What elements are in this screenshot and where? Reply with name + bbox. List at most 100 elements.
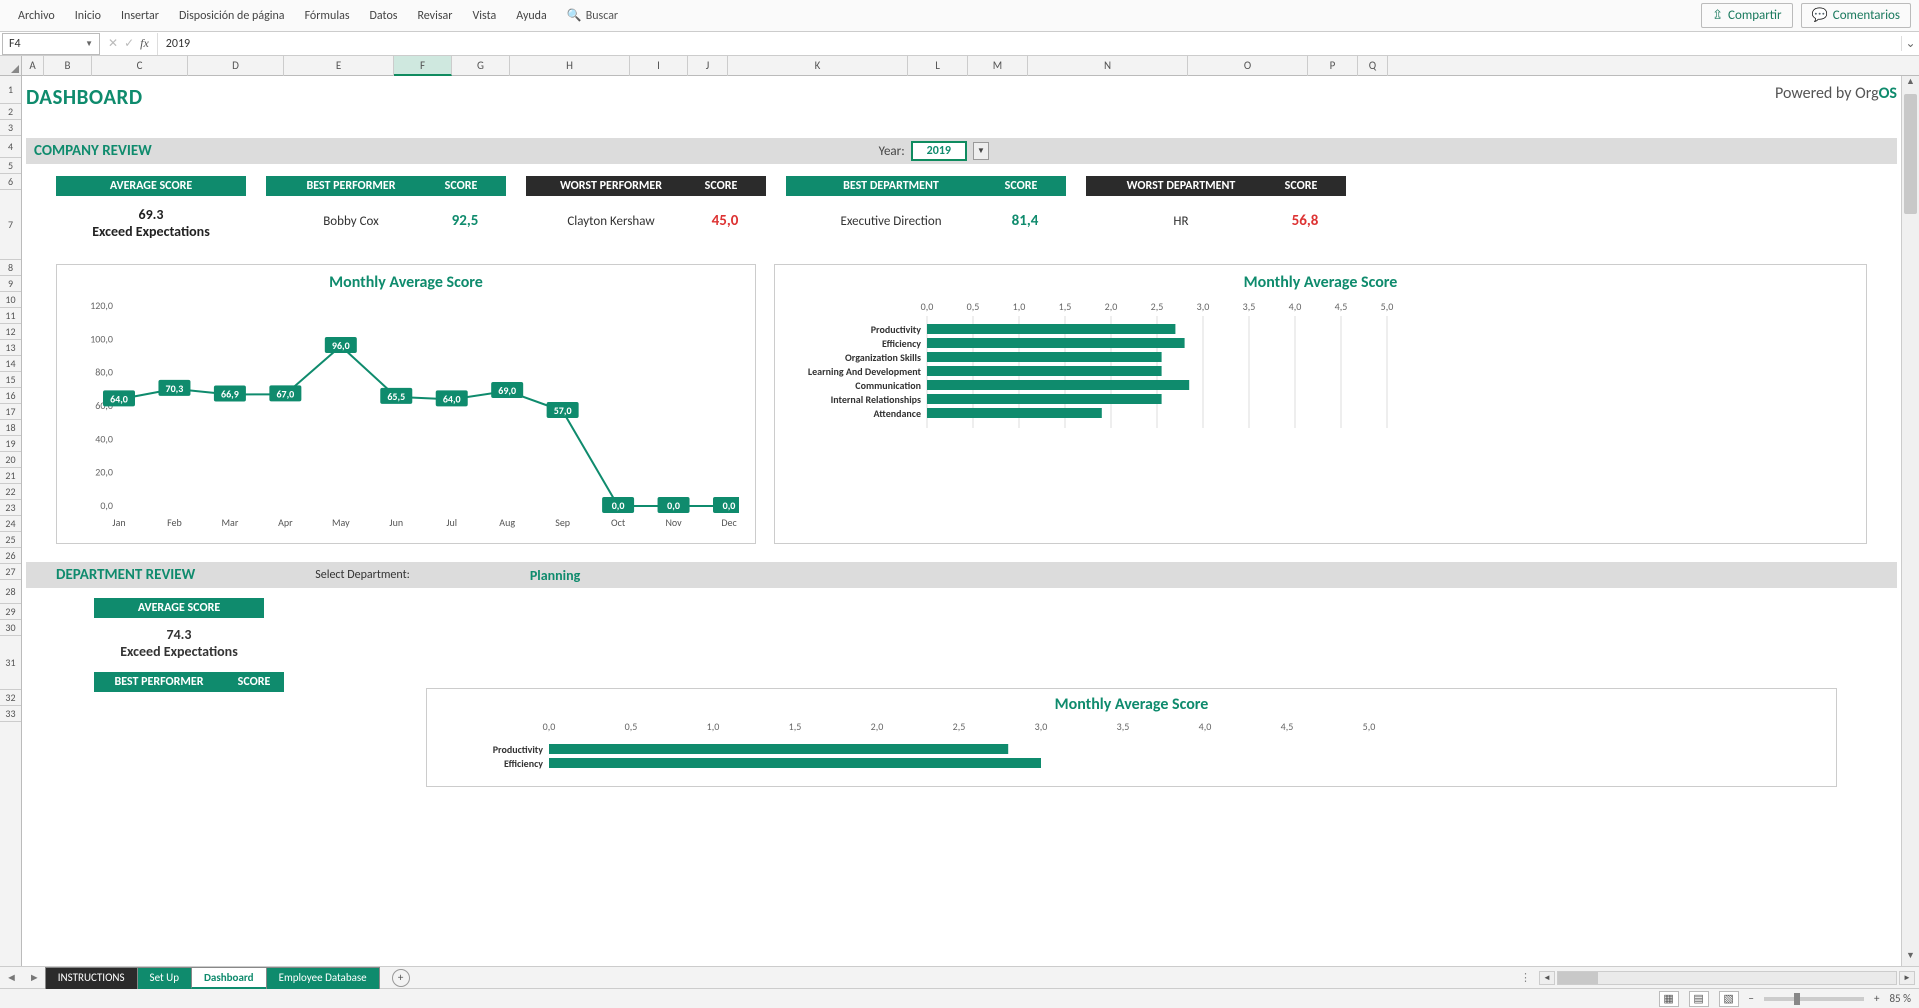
- row-header-5[interactable]: 5: [0, 158, 21, 174]
- column-header-H[interactable]: H: [510, 56, 630, 76]
- formula-input[interactable]: 2019: [157, 33, 1901, 55]
- menu-datos[interactable]: Datos: [360, 3, 408, 29]
- row-header-26[interactable]: 26: [0, 548, 21, 564]
- view-page-break-icon[interactable]: ▧: [1719, 991, 1739, 1007]
- column-header-O[interactable]: O: [1188, 56, 1308, 76]
- row-header-10[interactable]: 10: [0, 292, 21, 308]
- comments-button[interactable]: 💬 Comentarios: [1801, 3, 1911, 28]
- row-header-8[interactable]: 8: [0, 260, 21, 276]
- row-header-7[interactable]: 7: [0, 190, 21, 260]
- hscroll-left-icon[interactable]: ◄: [1539, 971, 1555, 985]
- column-header-I[interactable]: I: [630, 56, 688, 76]
- column-header-B[interactable]: B: [44, 56, 92, 76]
- tab-nav-prev-icon[interactable]: ◄: [0, 971, 23, 984]
- column-header-J[interactable]: J: [688, 56, 728, 76]
- column-header-M[interactable]: M: [968, 56, 1028, 76]
- zoom-level[interactable]: 85 %: [1889, 992, 1911, 1005]
- sheet-tab-dashboard[interactable]: Dashboard: [191, 967, 267, 989]
- horizontal-scrollbar[interactable]: [1557, 971, 1897, 985]
- menu-ayuda[interactable]: Ayuda: [506, 3, 557, 29]
- menu-inicio[interactable]: Inicio: [65, 3, 111, 29]
- row-header-12[interactable]: 12: [0, 324, 21, 340]
- row-header-9[interactable]: 9: [0, 276, 21, 292]
- column-header-E[interactable]: E: [284, 56, 394, 76]
- department-value[interactable]: Planning: [530, 567, 580, 584]
- row-header-33[interactable]: 33: [0, 706, 21, 722]
- accept-formula-icon[interactable]: ✓: [124, 36, 134, 51]
- column-header-Q[interactable]: Q: [1358, 56, 1388, 76]
- row-header-11[interactable]: 11: [0, 308, 21, 324]
- row-header-31[interactable]: 31: [0, 636, 21, 690]
- column-header-A[interactable]: A: [22, 56, 44, 76]
- vertical-scrollbar[interactable]: ▲ ▼: [1901, 76, 1919, 966]
- name-box-dropdown-icon[interactable]: ▼: [85, 39, 93, 49]
- column-header-L[interactable]: L: [908, 56, 968, 76]
- zoom-out-icon[interactable]: −: [1749, 992, 1754, 1005]
- row-header-18[interactable]: 18: [0, 420, 21, 436]
- row-header-6[interactable]: 6: [0, 174, 21, 190]
- formula-expand-icon[interactable]: ⌄: [1901, 36, 1919, 51]
- row-header-1[interactable]: 1: [0, 76, 21, 104]
- row-header-30[interactable]: 30: [0, 620, 21, 636]
- row-header-2[interactable]: 2: [0, 104, 21, 120]
- sheet-tab-set-up[interactable]: Set Up: [137, 967, 192, 989]
- row-header-15[interactable]: 15: [0, 372, 21, 388]
- hscroll-right-icon[interactable]: ►: [1899, 971, 1915, 985]
- fx-icon[interactable]: fx: [140, 36, 149, 51]
- column-header-D[interactable]: D: [188, 56, 284, 76]
- scroll-thumb[interactable]: [1904, 94, 1917, 214]
- hscroll-thumb[interactable]: [1558, 972, 1598, 984]
- menu-formulas[interactable]: Fórmulas: [295, 3, 360, 29]
- menu-archivo[interactable]: Archivo: [8, 3, 65, 29]
- sheet-tab-instructions[interactable]: INSTRUCTIONS: [45, 967, 138, 989]
- column-header-C[interactable]: C: [92, 56, 188, 76]
- year-dropdown-icon[interactable]: ▼: [973, 142, 989, 160]
- menu-vista[interactable]: Vista: [462, 3, 506, 29]
- row-header-17[interactable]: 17: [0, 404, 21, 420]
- row-header-19[interactable]: 19: [0, 436, 21, 452]
- row-header-24[interactable]: 24: [0, 516, 21, 532]
- row-header-14[interactable]: 14: [0, 356, 21, 372]
- row-header-3[interactable]: 3: [0, 120, 21, 136]
- view-page-layout-icon[interactable]: ▤: [1689, 991, 1709, 1007]
- menu-revisar[interactable]: Revisar: [407, 3, 462, 29]
- select-all-corner[interactable]: [0, 56, 22, 76]
- row-header-32[interactable]: 32: [0, 690, 21, 706]
- row-header-23[interactable]: 23: [0, 500, 21, 516]
- share-button[interactable]: ⇫ Compartir: [1701, 3, 1792, 28]
- column-header-F[interactable]: F: [394, 56, 452, 76]
- row-header-21[interactable]: 21: [0, 468, 21, 484]
- add-sheet-button[interactable]: +: [392, 969, 410, 987]
- dept-chart[interactable]: Monthly Average Score 0,00,51,01,52,02,5…: [426, 688, 1837, 787]
- tab-split-handle[interactable]: ⋮: [1520, 971, 1537, 984]
- row-header-20[interactable]: 20: [0, 452, 21, 468]
- view-normal-icon[interactable]: ▦: [1659, 991, 1679, 1007]
- row-header-16[interactable]: 16: [0, 388, 21, 404]
- year-cell[interactable]: 2019: [911, 141, 967, 161]
- row-header-13[interactable]: 13: [0, 340, 21, 356]
- row-header-4[interactable]: 4: [0, 136, 21, 158]
- scroll-down-icon[interactable]: ▼: [1902, 950, 1919, 966]
- row-header-25[interactable]: 25: [0, 532, 21, 548]
- row-header-28[interactable]: 28: [0, 580, 21, 604]
- row-header-27[interactable]: 27: [0, 564, 21, 580]
- tab-nav-next-icon[interactable]: ►: [23, 971, 46, 984]
- row-header-29[interactable]: 29: [0, 604, 21, 620]
- row-header-22[interactable]: 22: [0, 484, 21, 500]
- column-header-P[interactable]: P: [1308, 56, 1358, 76]
- menu-insertar[interactable]: Insertar: [111, 3, 169, 29]
- search-box[interactable]: 🔍 Buscar: [557, 2, 628, 29]
- sheet-tab-employee-database[interactable]: Employee Database: [266, 967, 380, 989]
- menu-disposicion[interactable]: Disposición de página: [169, 3, 295, 29]
- column-header-K[interactable]: K: [728, 56, 908, 76]
- zoom-slider[interactable]: [1764, 997, 1864, 1001]
- cancel-formula-icon[interactable]: ✕: [108, 36, 118, 51]
- worksheet-content[interactable]: Powered by OrgOS DASHBOARD COMPANY REVIE…: [22, 76, 1901, 966]
- scroll-up-icon[interactable]: ▲: [1902, 76, 1919, 92]
- chart-monthly-line[interactable]: Monthly Average Score 0,020,040,060,080,…: [56, 264, 756, 544]
- name-box[interactable]: F4 ▼: [2, 33, 100, 55]
- chart-category-bars[interactable]: Monthly Average Score 0,00,51,01,52,02,5…: [774, 264, 1867, 544]
- column-header-N[interactable]: N: [1028, 56, 1188, 76]
- column-header-G[interactable]: G: [452, 56, 510, 76]
- zoom-in-icon[interactable]: +: [1874, 992, 1879, 1005]
